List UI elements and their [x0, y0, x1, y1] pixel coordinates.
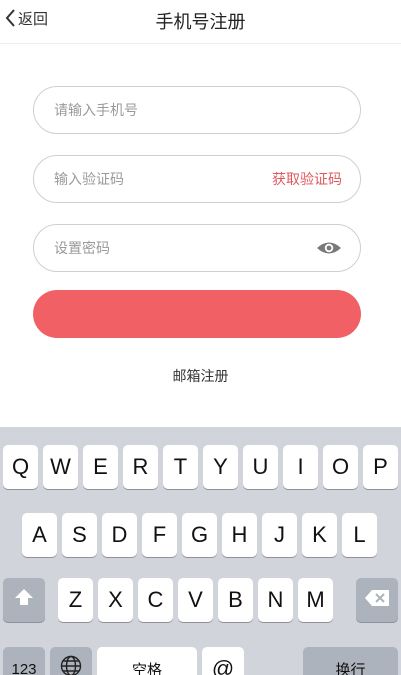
key-f[interactable]: F	[142, 513, 177, 557]
key-b[interactable]: B	[218, 578, 253, 622]
code-placeholder: 输入验证码	[54, 172, 124, 188]
phone-input[interactable]: 请输入手机号	[33, 86, 361, 134]
backspace-key[interactable]	[356, 578, 398, 622]
key-m[interactable]: M	[298, 578, 333, 622]
key-d[interactable]: D	[102, 513, 137, 557]
at-key[interactable]: @	[202, 647, 244, 675]
email-register-link[interactable]: 邮箱注册	[0, 366, 401, 386]
key-o[interactable]: O	[323, 445, 358, 489]
key-w[interactable]: W	[43, 445, 78, 489]
key-c[interactable]: C	[138, 578, 173, 622]
page-title: 手机号注册	[155, 12, 246, 33]
key-k[interactable]: K	[302, 513, 337, 557]
key-z[interactable]: Z	[58, 578, 93, 622]
password-input[interactable]: 设置密码	[33, 224, 361, 272]
globe-key[interactable]	[50, 647, 92, 675]
register-button[interactable]	[33, 290, 361, 338]
space-key[interactable]: 空格	[97, 647, 197, 675]
numbers-key[interactable]: 123	[3, 647, 45, 675]
phone-register-screen: 返回 手机号注册 请输入手机号 输入验证码 获取验证码 设置密码 邮箱注册 QW…	[0, 0, 401, 675]
key-n[interactable]: N	[258, 578, 293, 622]
key-r[interactable]: R	[123, 445, 158, 489]
key-e[interactable]: E	[83, 445, 118, 489]
verification-code-input[interactable]: 输入验证码 获取验证码	[33, 155, 361, 203]
key-l[interactable]: L	[342, 513, 377, 557]
globe-icon	[60, 655, 82, 675]
onscreen-keyboard: QWERTYUIOP ASDFGHJKL ZXCVBNM 123 空格 @ 换行	[0, 427, 401, 675]
nav-bar: 返回 手机号注册	[0, 0, 401, 44]
key-h[interactable]: H	[222, 513, 257, 557]
return-key[interactable]: 换行	[303, 647, 398, 675]
key-y[interactable]: Y	[203, 445, 238, 489]
eye-icon[interactable]	[316, 240, 342, 256]
key-v[interactable]: V	[178, 578, 213, 622]
key-u[interactable]: U	[243, 445, 278, 489]
key-q[interactable]: Q	[3, 445, 38, 489]
get-code-button[interactable]: 获取验证码	[272, 169, 342, 189]
shift-key[interactable]	[3, 578, 45, 622]
key-j[interactable]: J	[262, 513, 297, 557]
key-i[interactable]: I	[283, 445, 318, 489]
phone-placeholder: 请输入手机号	[54, 103, 138, 119]
password-placeholder: 设置密码	[54, 241, 110, 257]
key-g[interactable]: G	[182, 513, 217, 557]
key-x[interactable]: X	[98, 578, 133, 622]
key-p[interactable]: P	[363, 445, 398, 489]
backspace-icon	[364, 587, 390, 613]
shift-icon	[13, 587, 35, 613]
key-s[interactable]: S	[62, 513, 97, 557]
key-t[interactable]: T	[163, 445, 198, 489]
key-a[interactable]: A	[22, 513, 57, 557]
